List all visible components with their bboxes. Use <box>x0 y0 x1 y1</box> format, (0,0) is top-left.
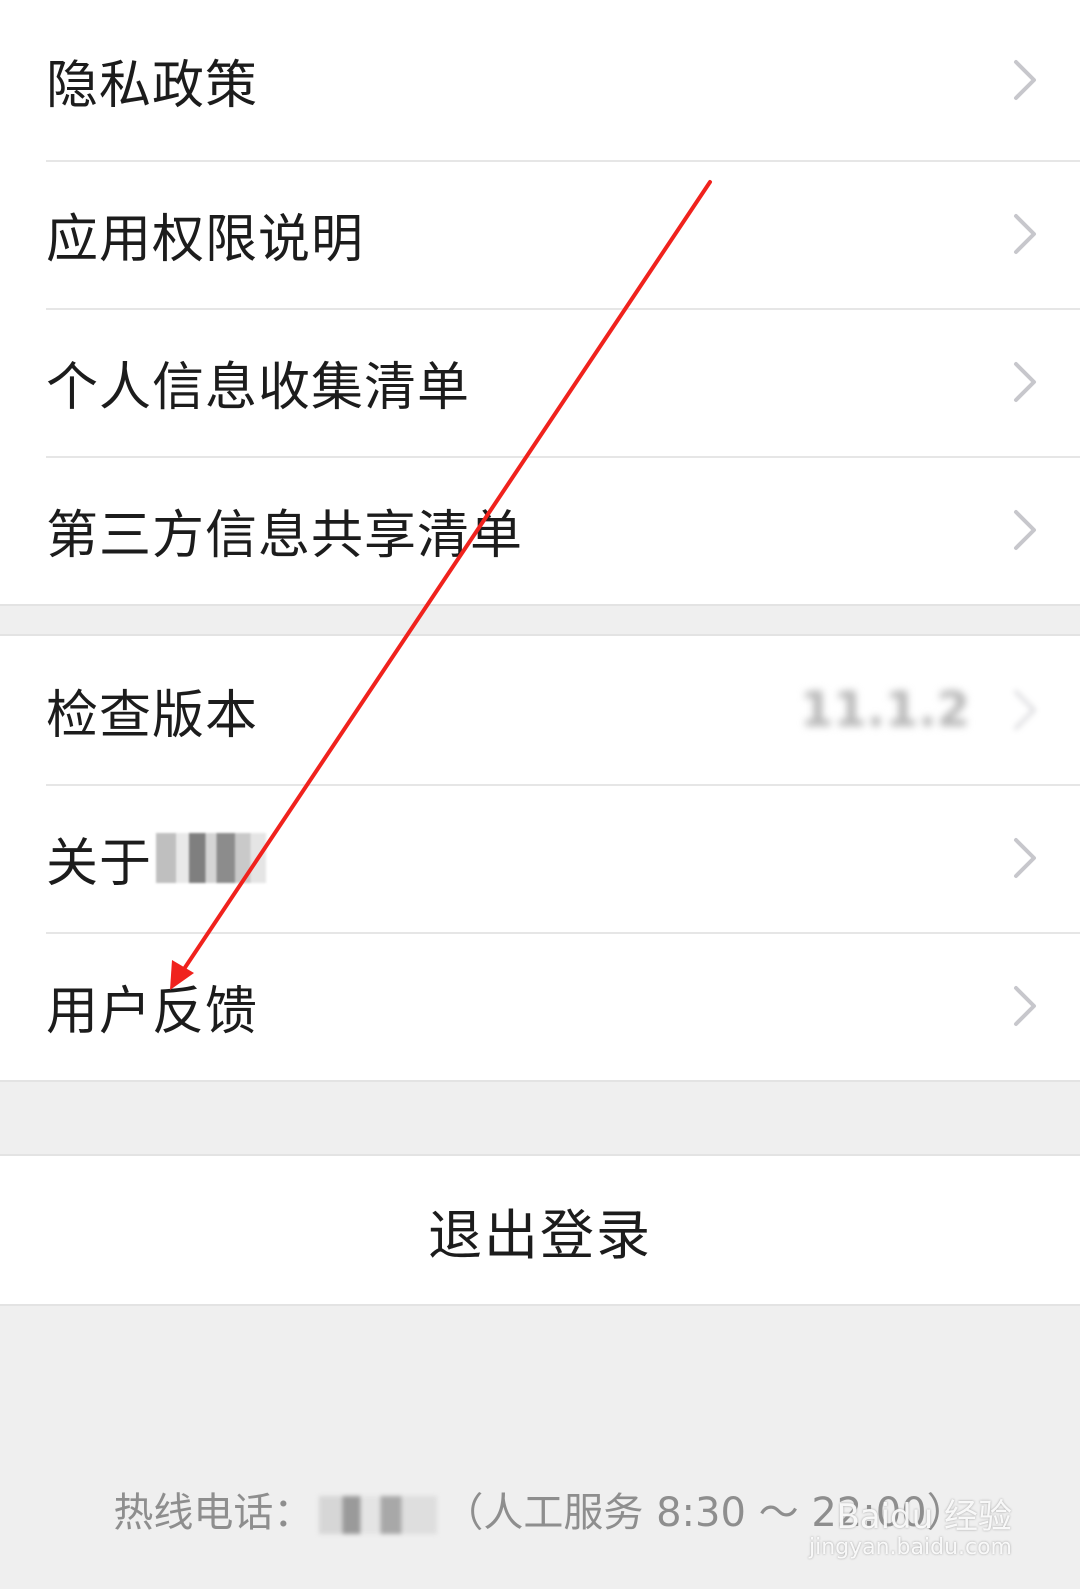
about-label: 关于 <box>46 833 153 894</box>
app-permissions-label: 应用权限说明 <box>46 209 365 270</box>
chevron-right-icon <box>1010 58 1040 102</box>
settings-screen: 隐私政策 应用权限说明 个人信息收集清单 第三方信息共享清单 检查版本 11.1… <box>0 0 1080 1589</box>
personal-info-list-row[interactable]: 个人信息收集清单 <box>0 308 1080 456</box>
version-value: 11.1.2 <box>799 682 970 738</box>
about-label-wrap: 关于 <box>46 821 267 896</box>
privacy-policy-label: 隐私政策 <box>46 55 259 116</box>
privacy-policy-row[interactable]: 隐私政策 <box>0 0 1080 160</box>
watermark-brand: Baidu 经验 <box>836 1497 1012 1538</box>
user-feedback-row[interactable]: 用户反馈 <box>0 932 1080 1080</box>
chevron-right-icon <box>1010 984 1040 1028</box>
chevron-right-icon <box>1010 212 1040 256</box>
about-row[interactable]: 关于 <box>0 784 1080 932</box>
check-version-row[interactable]: 检查版本 11.1.2 <box>0 636 1080 784</box>
chevron-right-icon <box>1010 688 1040 732</box>
check-version-label: 检查版本 <box>46 685 259 746</box>
personal-info-list-label: 个人信息收集清单 <box>46 357 471 418</box>
chevron-right-icon <box>1010 508 1040 552</box>
logout-label: 退出登录 <box>428 1203 652 1267</box>
settings-group-app: 检查版本 11.1.2 关于 用户反馈 <box>0 634 1080 1082</box>
third-party-sharing-label: 第三方信息共享清单 <box>46 505 524 566</box>
redacted-phone-number <box>319 1496 438 1534</box>
logout-button[interactable]: 退出登录 <box>0 1154 1080 1306</box>
redacted-app-name <box>156 833 267 883</box>
third-party-sharing-row[interactable]: 第三方信息共享清单 <box>0 456 1080 604</box>
user-feedback-label: 用户反馈 <box>46 981 259 1042</box>
chevron-right-icon <box>1010 360 1040 404</box>
app-permissions-row[interactable]: 应用权限说明 <box>0 160 1080 308</box>
watermark-url: jingyan.baidu.com <box>808 1534 1012 1560</box>
chevron-right-icon <box>1010 836 1040 880</box>
baidu-jingyan-watermark: Baidu 经验 jingyan.baidu.com <box>809 1500 1012 1559</box>
hotline-prefix: 热线电话： <box>113 1490 314 1536</box>
settings-group-policies: 隐私政策 应用权限说明 个人信息收集清单 第三方信息共享清单 <box>0 0 1080 606</box>
